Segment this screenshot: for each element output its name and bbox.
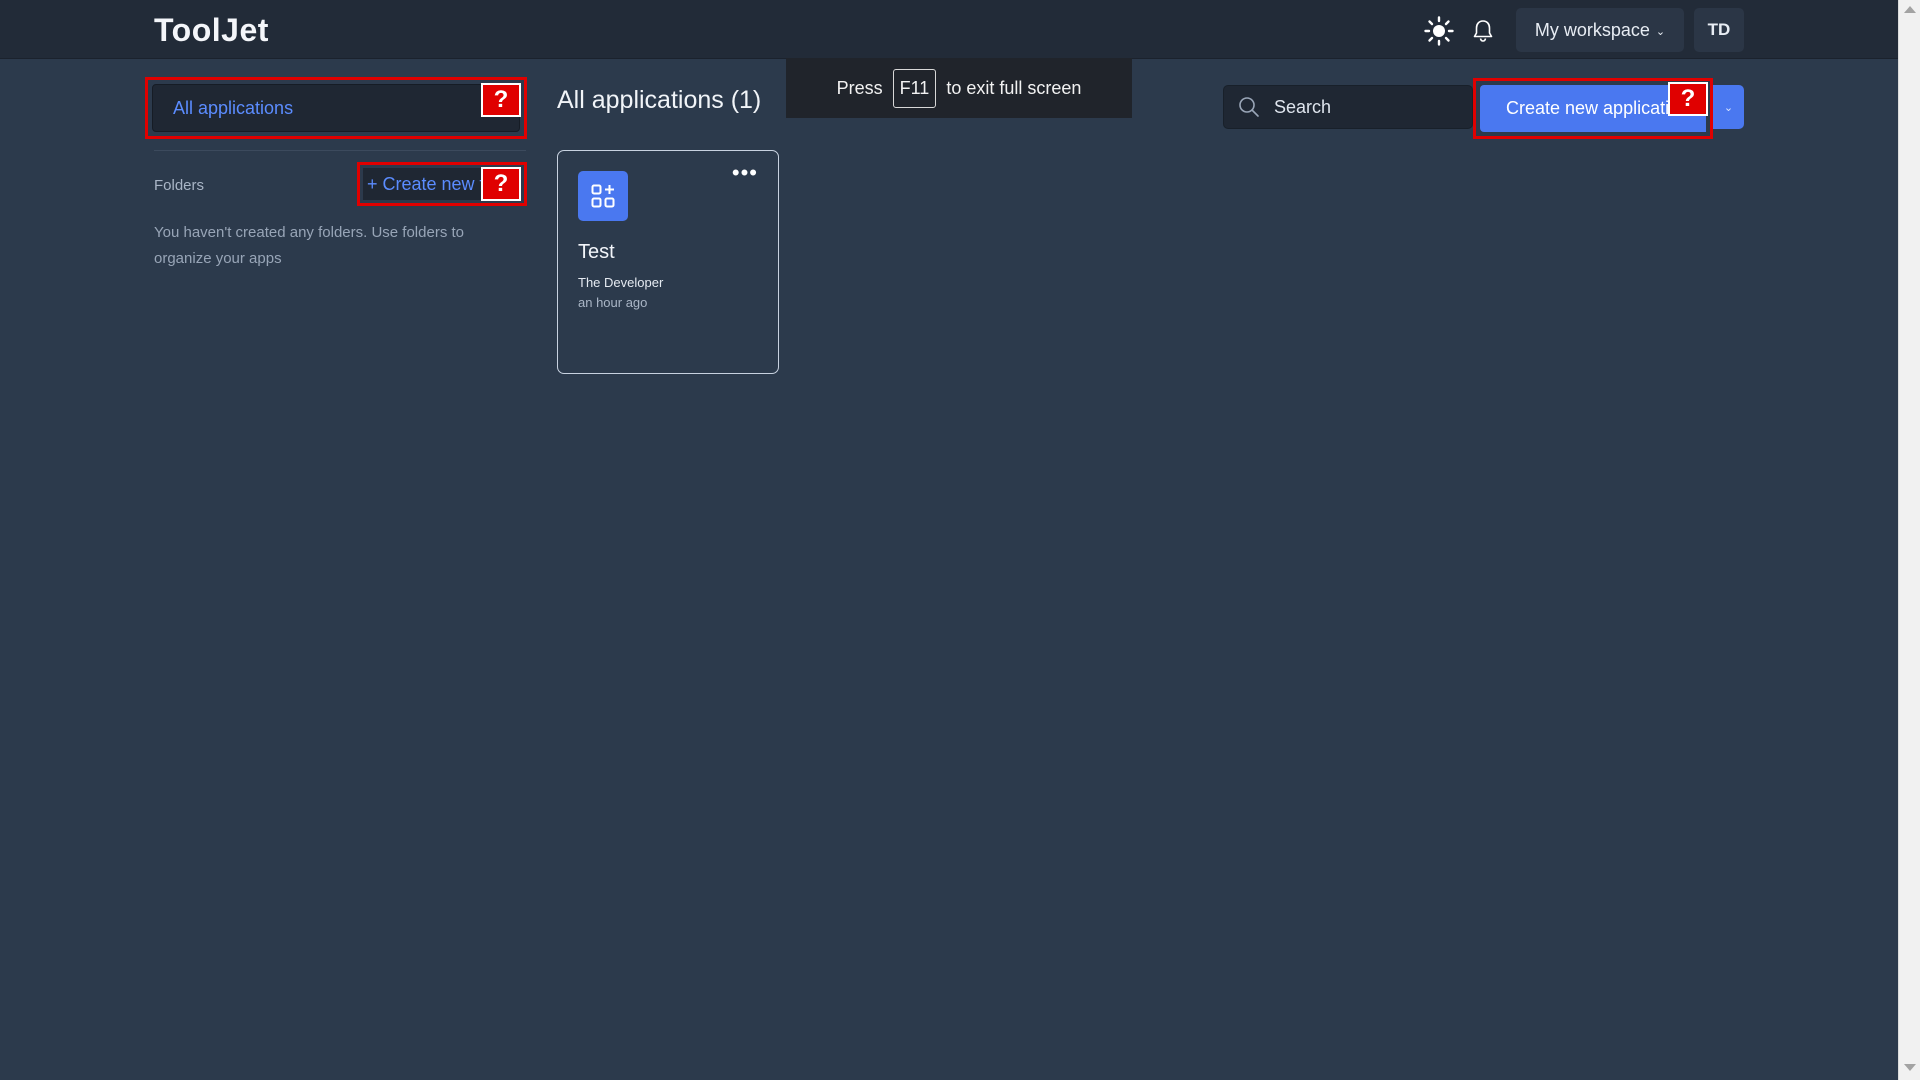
help-badge: ? — [481, 167, 521, 201]
fullscreen-notice-suffix: to exit full screen — [946, 77, 1082, 98]
search-input[interactable] — [1260, 86, 1508, 128]
create-app-dropdown-toggle[interactable]: ⌄ — [1713, 85, 1744, 129]
app-card[interactable]: ••• Test The Developer an hour ago — [557, 150, 779, 374]
help-badge: ? — [481, 83, 521, 117]
all-applications-highlight: All applications — [145, 77, 527, 139]
chevron-down-icon: ⌄ — [1655, 26, 1666, 38]
tooljet-logo[interactable]: ToolJet — [154, 12, 269, 49]
scroll-up-arrow-icon[interactable] — [1904, 6, 1916, 13]
sun-icon[interactable] — [1424, 16, 1454, 46]
sidebar-divider — [154, 150, 526, 151]
help-badge: ? — [1668, 82, 1708, 116]
sidebar-item-all-applications[interactable]: All applications — [152, 84, 520, 132]
app-name: Test — [578, 241, 615, 263]
workspace-label: My workspace — [1534, 19, 1650, 40]
fullscreen-notice: Press F11 to exit full screen — [786, 58, 1132, 118]
fullscreen-notice-prefix: Press — [836, 77, 883, 98]
avatar[interactable]: TD — [1694, 8, 1744, 52]
top-bar: ToolJet My workspace ⌄ TD — [0, 0, 1898, 59]
app-menu-icon[interactable]: ••• — [732, 162, 758, 184]
bell-icon[interactable] — [1470, 18, 1496, 44]
apps-grid-icon — [578, 171, 628, 221]
f11-key: F11 — [892, 68, 937, 108]
page-title: All applications (1) — [557, 86, 762, 114]
workspace-switcher[interactable]: My workspace ⌄ — [1516, 8, 1684, 52]
vertical-scrollbar[interactable] — [1898, 0, 1920, 1080]
app-owner: The Developer — [578, 275, 664, 290]
empty-folders-message: You haven't created any folders. Use fol… — [154, 224, 464, 267]
app-updated-time: an hour ago — [578, 295, 648, 310]
search-icon — [1238, 96, 1260, 118]
search-field[interactable] — [1223, 85, 1508, 129]
folders-heading: Folders — [154, 177, 205, 194]
scroll-down-arrow-icon[interactable] — [1904, 1064, 1916, 1071]
